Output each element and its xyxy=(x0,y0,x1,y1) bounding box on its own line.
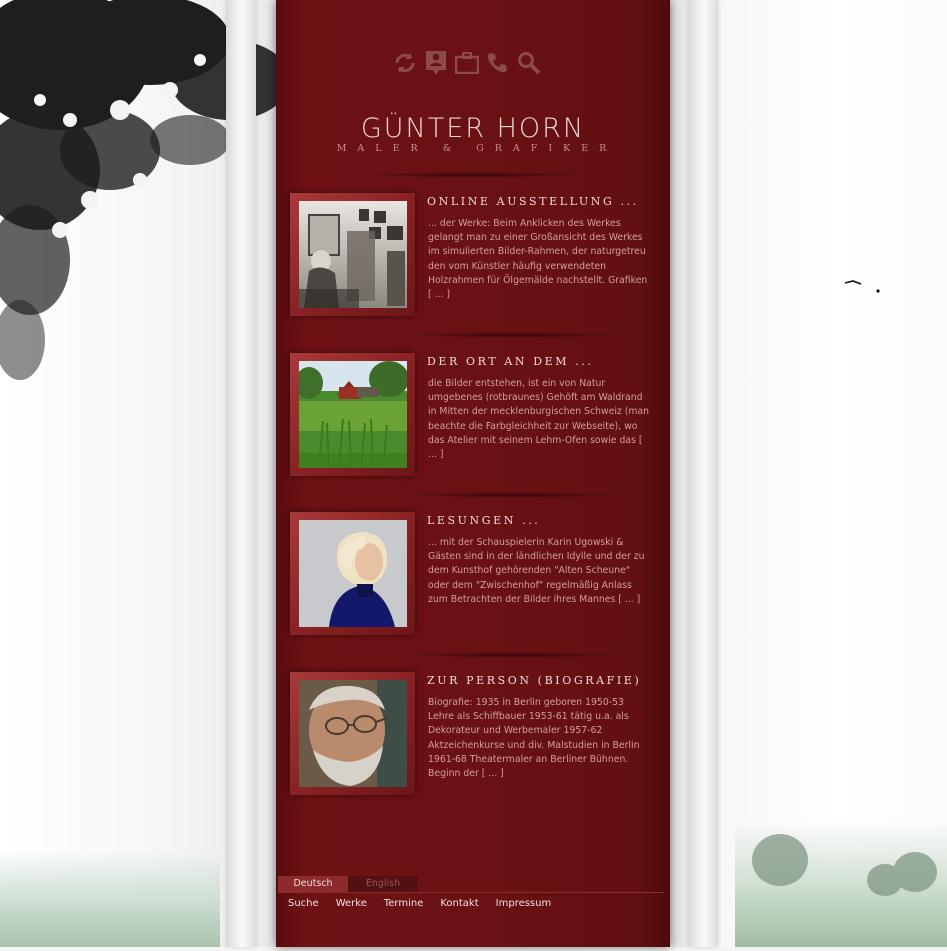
studio-photo[interactable] xyxy=(299,201,407,308)
icon-toolbar xyxy=(392,48,542,78)
article-title-zur-person[interactable]: ZUR PERSON (BIOGRAFIE) xyxy=(427,674,641,687)
thumbnail-frame[interactable] xyxy=(290,193,415,316)
article-text-zur-person: Biografie: 1935 in Berlin geboren 1950-5… xyxy=(428,697,640,780)
footer-divider xyxy=(278,892,664,893)
contact-card-icon[interactable] xyxy=(423,49,448,77)
farmhouse-photo[interactable] xyxy=(299,361,407,468)
nav-impressum[interactable]: Impressum xyxy=(496,898,552,909)
article-title-online-ausstellung[interactable]: ONLINE AUSSTELLUNG ... xyxy=(427,195,639,208)
footer-nav: Suche Werke Termine Kontakt Impressum xyxy=(288,898,568,909)
article-lesungen: LESUNGEN ... ... mit der Schauspielerin … xyxy=(290,512,660,638)
column-left xyxy=(226,0,256,947)
article-title-der-ort[interactable]: DER ORT AN DEM ... xyxy=(427,355,594,368)
language-switcher: Deutsch English xyxy=(278,876,418,892)
portfolio-icon[interactable] xyxy=(454,49,479,77)
site-title: GÜNTER HORN xyxy=(360,113,586,144)
thumbnail-frame[interactable] xyxy=(290,353,415,476)
nav-suche[interactable]: Suche xyxy=(288,898,319,909)
separator xyxy=(400,652,630,658)
column-right xyxy=(688,0,718,947)
separator xyxy=(400,332,630,338)
landscape-right xyxy=(735,820,947,947)
thumbnail-frame[interactable] xyxy=(290,512,415,635)
article-online-ausstellung: ONLINE AUSSTELLUNG ... ... der Werke: Be… xyxy=(290,193,660,319)
bird-icon xyxy=(844,280,880,293)
refresh-icon[interactable] xyxy=(392,49,417,77)
article-der-ort: DER ORT AN DEM ... die Bilder entstehen,… xyxy=(290,353,660,479)
nav-werke[interactable]: Werke xyxy=(336,898,367,909)
separator xyxy=(358,172,588,178)
woman-portrait-photo[interactable] xyxy=(299,520,407,627)
article-text-online-ausstellung: ... der Werke: Beim Anklicken des Werkes… xyxy=(428,218,648,301)
thumbnail-frame[interactable] xyxy=(290,672,415,795)
article-text-der-ort: die Bilder entstehen, ist ein von Natur … xyxy=(428,378,650,461)
man-portrait-photo[interactable] xyxy=(299,680,407,787)
separator xyxy=(400,492,630,498)
article-title-lesungen[interactable]: LESUNGEN ... xyxy=(427,514,540,527)
phone-icon[interactable] xyxy=(486,49,511,77)
nav-termine[interactable]: Termine xyxy=(384,898,424,909)
language-english[interactable]: English xyxy=(348,876,418,892)
landscape-left xyxy=(0,850,220,947)
nav-kontakt[interactable]: Kontakt xyxy=(440,898,478,909)
article-text-lesungen: ... mit der Schauspielerin Karin Ugowski… xyxy=(428,537,645,605)
search-icon[interactable] xyxy=(517,49,542,77)
language-deutsch[interactable]: Deutsch xyxy=(278,876,348,892)
site-subtitle: MALER & GRAFIKER xyxy=(336,143,618,154)
article-zur-person: ZUR PERSON (BIOGRAFIE) Biografie: 1935 i… xyxy=(290,672,660,798)
